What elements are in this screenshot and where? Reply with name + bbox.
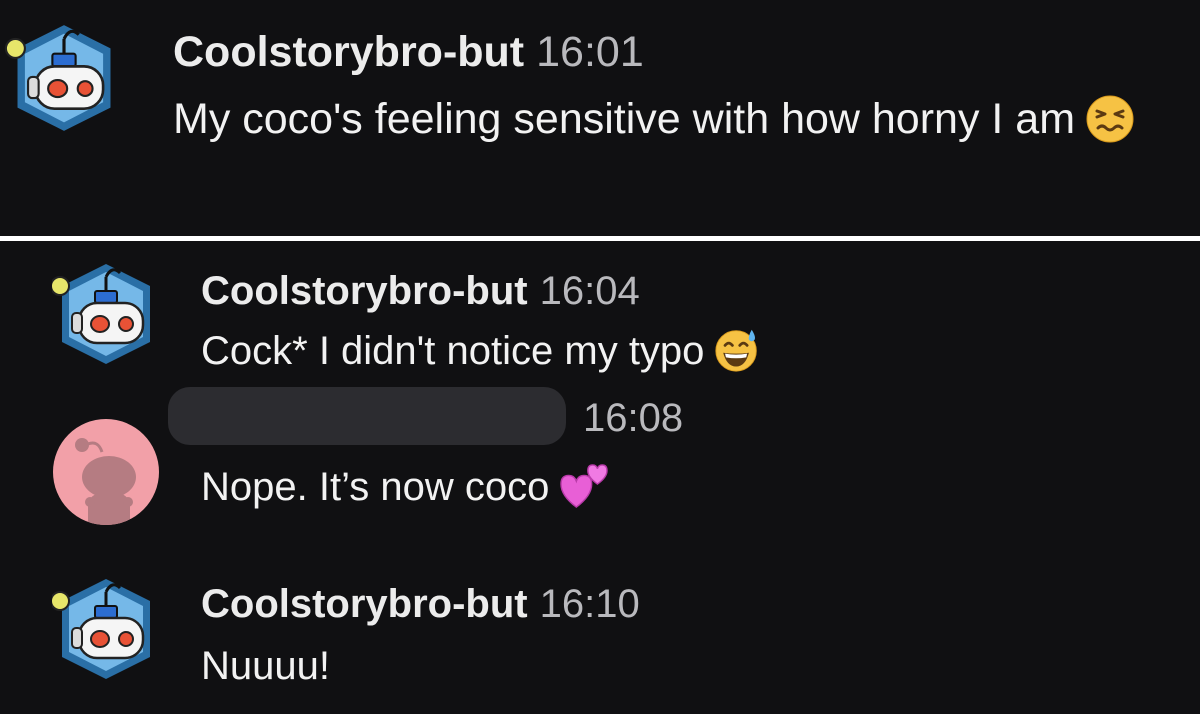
username[interactable]: Coolstorybro-but [173,28,524,76]
message-header: 16:08 [168,387,684,449]
confounded-face-emoji [1085,94,1135,144]
timestamp: 16:04 [539,269,640,313]
message-header: Coolstorybro-but 16:01 [173,31,1173,74]
message-header: Coolstorybro-but 16:10 [201,584,640,624]
message-header: Coolstorybro-but 16:04 [201,271,760,311]
message-text: Nuuuu! [201,642,640,690]
message-text: Cock* I didn't notice my typo [201,327,760,376]
username[interactable]: Coolstorybro-but [201,269,528,313]
robot-snoo-avatar[interactable] [52,261,160,367]
message-text: My coco's feeling sensitive with how hor… [173,90,1173,148]
screenshot-panel-top: Coolstorybro-but 16:01 My coco's feeling … [0,0,1200,236]
message-text-content: Cock* I didn't notice my typo [201,329,705,373]
robot-snoo-avatar[interactable] [2,22,126,134]
two-hearts-emoji [559,463,609,509]
username[interactable]: Coolstorybro-but [201,582,528,626]
message: Coolstorybro-but 16:04 Cock* I didn't not… [201,271,760,376]
message-text-content: Nuuuu! [201,644,330,688]
timestamp: 16:01 [536,28,644,76]
message: Coolstorybro-but 16:10 Nuuuu! [201,584,640,690]
message-text: Nope. It’s now coco [201,463,683,512]
message: Coolstorybro-but 16:01 My coco's feeling … [173,31,1173,148]
timestamp: 16:10 [539,582,640,626]
grinning-sweat-emoji [714,327,760,373]
default-snoo-avatar[interactable] [52,418,160,526]
message-text-content: Nope. It’s now coco [201,465,550,509]
message: 16:08 Nope. It’s now coco [168,387,684,512]
screenshot-panel-bottom: Coolstorybro-but 16:04 Cock* I didn't not… [0,241,1200,714]
message-text-content: My coco's feeling sensitive with how hor… [173,95,1076,143]
redacted-username [168,387,566,445]
robot-snoo-avatar[interactable] [52,576,160,682]
timestamp: 16:08 [583,395,684,440]
